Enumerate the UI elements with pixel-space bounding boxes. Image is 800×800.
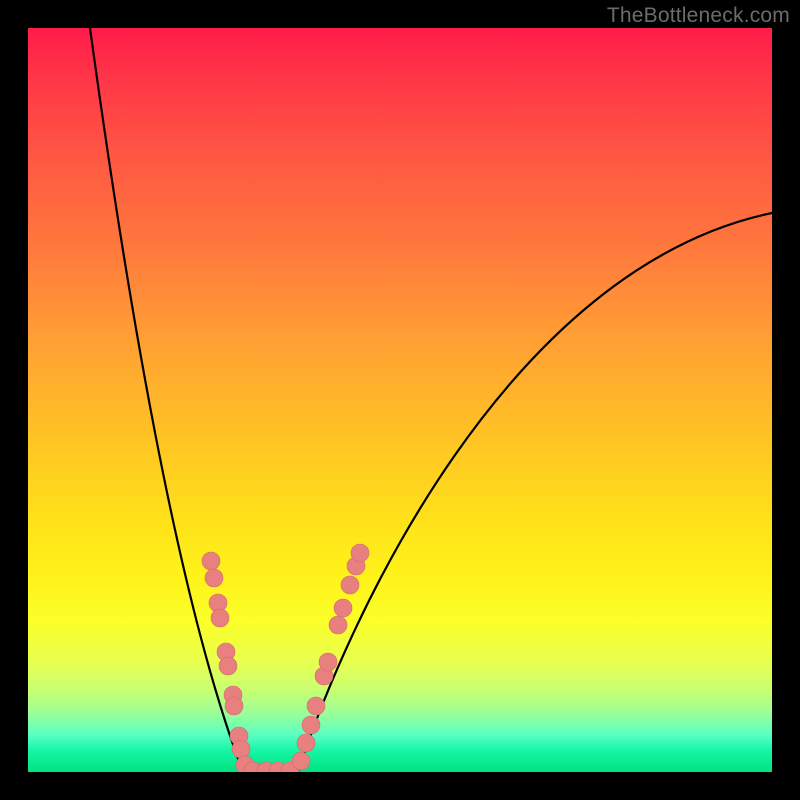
data-point xyxy=(232,740,250,758)
data-point xyxy=(319,653,337,671)
data-point xyxy=(334,599,352,617)
data-point xyxy=(225,697,243,715)
data-points xyxy=(202,544,369,772)
data-point xyxy=(351,544,369,562)
data-point xyxy=(302,716,320,734)
data-point xyxy=(329,616,347,634)
data-point xyxy=(211,609,229,627)
data-point xyxy=(202,552,220,570)
data-point xyxy=(205,569,223,587)
watermark-text: TheBottleneck.com xyxy=(607,4,790,28)
data-point xyxy=(307,697,325,715)
data-point xyxy=(341,576,359,594)
bottleneck-curve xyxy=(90,28,772,772)
bottleneck-curve-plot xyxy=(28,28,772,772)
chart-frame xyxy=(28,28,772,772)
data-point xyxy=(297,734,315,752)
data-point xyxy=(219,657,237,675)
data-point xyxy=(292,752,310,770)
